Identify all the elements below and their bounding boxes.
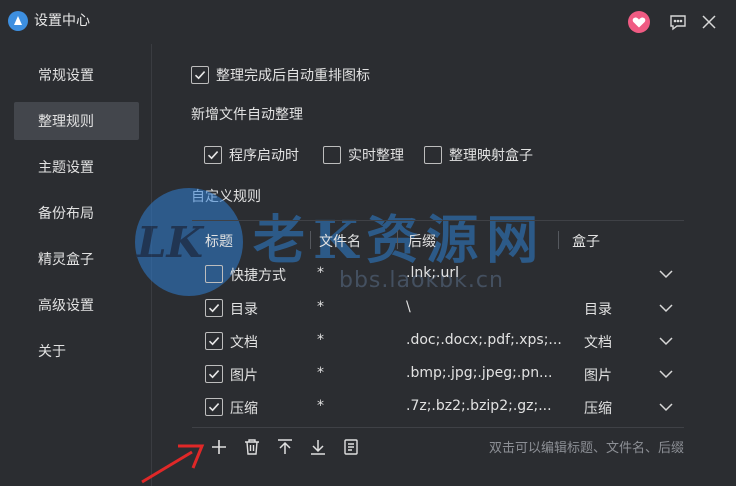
sidebar-item-label: 关于 (38, 344, 66, 360)
sidebar-item-box[interactable]: 精灵盒子 (14, 240, 139, 278)
table-row[interactable]: 压缩 * .7z;.bz2;.bzip2;.gz;... 压缩 (192, 391, 684, 424)
row-filename: * (317, 299, 324, 315)
chevron-down-icon[interactable] (658, 368, 674, 380)
chevron-down-icon[interactable] (658, 401, 674, 413)
table-header: 标题 文件名 后缀 盒子 (192, 220, 684, 258)
column-header-title[interactable]: 标题 (205, 231, 233, 251)
sidebar-item-label: 备份布局 (38, 206, 94, 222)
sidebar-item-rules[interactable]: 整理规则 (14, 102, 139, 140)
chevron-down-icon[interactable] (658, 268, 674, 280)
close-icon[interactable] (696, 9, 722, 35)
row-title: 快捷方式 (230, 268, 286, 284)
column-divider[interactable] (310, 231, 311, 249)
row-checkbox[interactable] (205, 398, 223, 416)
table-bottom-divider (192, 427, 684, 428)
delete-icon[interactable] (241, 436, 263, 458)
app-logo-icon (8, 11, 28, 31)
title-bar: 设置中心 (0, 0, 736, 44)
table-row[interactable]: 目录 * \ 目录 (192, 292, 684, 325)
row-checkbox[interactable] (205, 265, 223, 283)
map-box-checkbox[interactable]: 整理映射盒子 (424, 145, 533, 165)
row-box: 文档 (584, 335, 612, 351)
feedback-icon[interactable] (665, 9, 691, 35)
row-filename: * (317, 332, 324, 348)
heart-icon[interactable] (626, 9, 652, 35)
row-filename: * (317, 398, 324, 414)
sidebar-item-label: 常规设置 (38, 68, 94, 84)
window-title: 设置中心 (34, 13, 90, 29)
notes-icon[interactable] (340, 436, 362, 458)
checkbox-label: 整理映射盒子 (449, 148, 533, 164)
rules-table: 标题 文件名 后缀 盒子 快捷方式 * .lnk;.url 目录 * \ 目录 … (192, 220, 684, 417)
checkbox-box[interactable] (323, 146, 341, 164)
row-box: 目录 (584, 302, 612, 318)
row-suffix: .7z;.bz2;.bzip2;.gz;... (406, 398, 552, 414)
checkbox-box[interactable] (191, 66, 209, 84)
sidebar-item-label: 整理规则 (38, 114, 94, 130)
column-divider[interactable] (397, 231, 398, 249)
row-checkbox[interactable] (205, 299, 223, 317)
add-icon[interactable] (208, 436, 230, 458)
sidebar: 常规设置 整理规则 主题设置 备份布局 精灵盒子 高级设置 关于 (0, 44, 152, 486)
row-suffix: \ (406, 299, 411, 315)
annotation-arrow-icon (141, 444, 205, 484)
chevron-down-icon[interactable] (658, 335, 674, 347)
row-suffix: .bmp;.jpg;.jpeg;.pn... (406, 365, 553, 381)
sidebar-item-theme[interactable]: 主题设置 (14, 148, 139, 186)
checkbox-label: 实时整理 (348, 148, 404, 164)
row-filename: * (317, 265, 324, 281)
auto-rearrange-checkbox[interactable]: 整理完成后自动重排图标 (191, 65, 370, 85)
row-checkbox[interactable] (205, 332, 223, 350)
new-files-section-title: 新增文件自动整理 (191, 107, 303, 123)
chevron-down-icon[interactable] (658, 302, 674, 314)
edit-hint-text: 双击可以编辑标题、文件名、后缀 (488, 441, 684, 456)
sidebar-item-about[interactable]: 关于 (14, 332, 139, 370)
column-divider[interactable] (558, 231, 559, 249)
row-title: 目录 (230, 302, 258, 318)
checkbox-box[interactable] (424, 146, 442, 164)
column-header-suffix[interactable]: 后缀 (408, 231, 436, 251)
sidebar-item-label: 精灵盒子 (38, 252, 94, 268)
sidebar-item-label: 高级设置 (38, 298, 94, 314)
column-header-box[interactable]: 盒子 (572, 231, 600, 251)
realtime-checkbox[interactable]: 实时整理 (323, 145, 404, 165)
row-filename: * (317, 365, 324, 381)
checkbox-box[interactable] (204, 146, 222, 164)
row-box: 压缩 (584, 401, 612, 417)
move-bottom-icon[interactable] (307, 436, 329, 458)
table-row[interactable]: 图片 * .bmp;.jpg;.jpeg;.pn... 图片 (192, 358, 684, 391)
checkbox-label: 程序启动时 (229, 148, 299, 164)
row-suffix: .doc;.docx;.pdf;.xps;... (406, 332, 562, 348)
row-checkbox[interactable] (205, 365, 223, 383)
custom-rules-title: 自定义规则 (191, 189, 261, 205)
sidebar-item-backup[interactable]: 备份布局 (14, 194, 139, 232)
table-row[interactable]: 文档 * .doc;.docx;.pdf;.xps;... 文档 (192, 325, 684, 358)
column-header-filename[interactable]: 文件名 (319, 231, 361, 251)
sidebar-item-advanced[interactable]: 高级设置 (14, 286, 139, 324)
on-startup-checkbox[interactable]: 程序启动时 (204, 145, 299, 165)
sidebar-item-label: 主题设置 (38, 160, 94, 176)
table-row[interactable]: 快捷方式 * .lnk;.url (192, 258, 684, 291)
row-title: 文档 (230, 335, 258, 351)
checkbox-label: 整理完成后自动重排图标 (216, 68, 370, 84)
row-title: 压缩 (230, 401, 258, 417)
row-box: 图片 (584, 368, 612, 384)
row-title: 图片 (230, 368, 258, 384)
row-suffix: .lnk;.url (406, 265, 460, 281)
move-top-icon[interactable] (274, 436, 296, 458)
sidebar-item-general[interactable]: 常规设置 (14, 56, 139, 94)
